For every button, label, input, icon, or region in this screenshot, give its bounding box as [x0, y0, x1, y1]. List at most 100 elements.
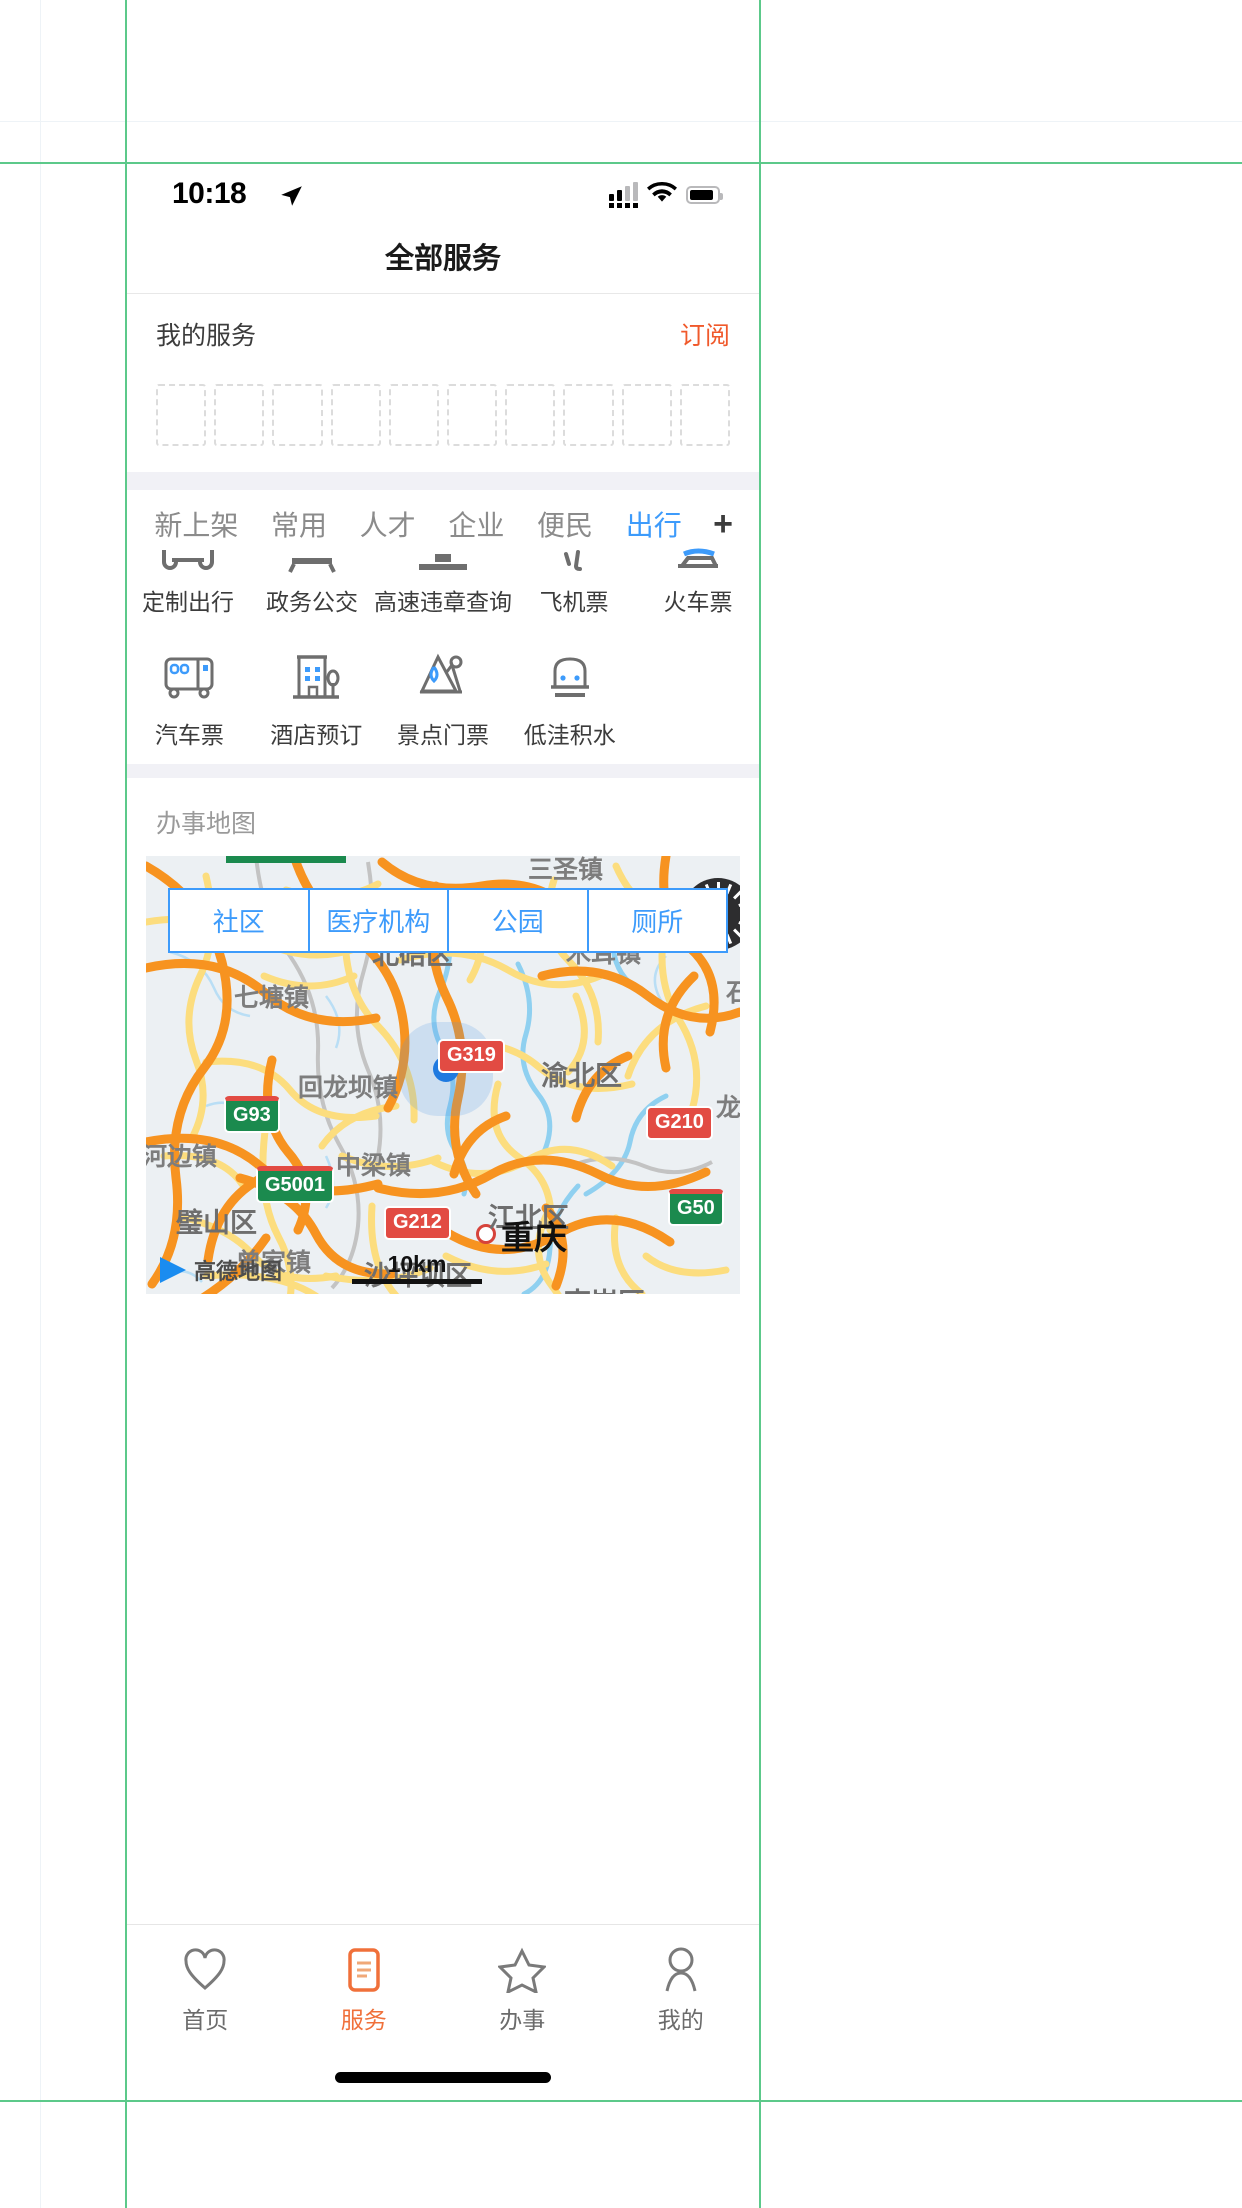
road-shield: G319	[438, 1039, 505, 1073]
service-label: 高速违章查询	[374, 589, 512, 615]
map-canvas[interactable]: 社区医疗机构公园厕所 三圣镇北碚区木耳镇七塘镇石渝北区回龙坝镇龙兴河边镇中梁镇江…	[146, 856, 740, 1294]
map-place-label: 河边镇	[146, 1143, 218, 1171]
tab-label: 服务	[340, 2007, 387, 2033]
map-place-label: 璧山区	[176, 1208, 257, 1238]
screen-root: 10:18 全部服务 我的服务 订阅 新上架 常用 人才 企业 便民 出行 + …	[0, 0, 1242, 2208]
heart-icon	[126, 1943, 285, 1997]
service-item[interactable]: 火车票	[636, 548, 760, 617]
tab-services[interactable]: 服务	[285, 1943, 444, 2035]
status-bar: 10:18	[126, 163, 760, 225]
service-label: 飞机票	[539, 589, 609, 615]
service-item[interactable]: 定制出行	[126, 548, 250, 617]
map-section-title: 办事地图	[156, 810, 257, 838]
bus-ticket-icon	[126, 645, 253, 707]
service-label: 酒店预订	[270, 722, 363, 748]
map-place-label: 三圣镇	[528, 856, 604, 884]
road-shield: G93	[224, 1096, 280, 1133]
service-label: 政务公交	[266, 589, 358, 615]
map-filter-0[interactable]: 社区	[168, 888, 309, 953]
map-filter-group[interactable]: 社区 医疗机构 公园 厕所	[168, 888, 728, 953]
highway-violation-icon	[374, 548, 512, 574]
category-tab-0[interactable]: 新上架	[138, 504, 255, 544]
home-indicator[interactable]	[335, 2072, 551, 2083]
category-tab-1[interactable]: 常用	[255, 504, 344, 544]
my-services-placeholder-row	[156, 384, 731, 446]
service-placeholder[interactable]	[330, 384, 381, 446]
map-scale: 10km	[352, 1251, 482, 1284]
service-item[interactable]: 政务公交	[250, 548, 374, 617]
map-place-label: 石	[726, 979, 740, 1007]
service-placeholder[interactable]	[621, 384, 672, 446]
guide-line	[0, 2100, 1242, 2102]
service-grid-row-2: 汽车票 酒店预订 景点门票 低洼积水	[126, 645, 760, 750]
category-tab-bar[interactable]: 新上架 常用 人才 企业 便民 出行 +	[126, 490, 760, 550]
nav-bar: 全部服务	[126, 225, 760, 294]
service-label: 定制出行	[142, 589, 234, 615]
section-divider	[126, 472, 760, 490]
map-filter-2[interactable]: 公园	[448, 888, 588, 953]
map-scale-bar	[352, 1279, 482, 1284]
category-tab-3[interactable]: 企业	[432, 504, 521, 544]
my-services-section: 我的服务 订阅	[126, 294, 760, 472]
service-item[interactable]: 酒店预订	[253, 645, 380, 750]
service-item[interactable]: 飞机票	[512, 548, 636, 617]
service-item[interactable]: 低洼积水	[506, 645, 633, 750]
battery-icon	[686, 185, 723, 204]
guide-line	[0, 121, 1242, 122]
road-shield: G210	[646, 1106, 713, 1140]
category-tab-5[interactable]: 出行	[609, 504, 698, 544]
service-placeholder[interactable]	[272, 384, 323, 446]
road-shield: G5001	[256, 1166, 335, 1203]
my-services-header: 我的服务 订阅	[156, 316, 730, 352]
service-placeholder[interactable]	[505, 384, 556, 446]
map-place-label: 龙兴	[716, 1094, 740, 1122]
service-label: 汽车票	[154, 722, 224, 748]
service-placeholder[interactable]	[156, 384, 207, 446]
map-attribution-text: 高德地图	[194, 1259, 283, 1284]
map-filter-3[interactable]: 厕所	[587, 888, 728, 953]
service-placeholder[interactable]	[214, 384, 265, 446]
service-label: 低洼积水	[523, 722, 616, 748]
tab-affairs[interactable]: 办事	[443, 1943, 602, 2035]
map-filter-1[interactable]: 医疗机构	[308, 888, 448, 953]
map-place-label: 重庆	[501, 1219, 567, 1256]
airplane-ticket-icon	[512, 548, 636, 574]
subscribe-button[interactable]: 订阅	[680, 316, 730, 352]
tab-home[interactable]: 首页	[126, 1943, 285, 2035]
add-category-button[interactable]: +	[698, 505, 748, 544]
document-icon	[285, 1943, 444, 1997]
hotel-booking-icon	[253, 645, 380, 707]
category-tab-2[interactable]: 人才	[343, 504, 432, 544]
person-icon	[602, 1943, 761, 1997]
phone-viewport: 10:18 全部服务 我的服务 订阅 新上架 常用 人才 企业 便民 出行 + …	[126, 163, 760, 2101]
map-place-label: 南岸区	[564, 1281, 645, 1294]
status-bar-indicators	[609, 181, 723, 208]
train-ticket-icon	[636, 548, 760, 574]
map-place-label: 渝北区	[541, 1061, 622, 1091]
guide-line	[759, 0, 761, 2208]
map-section: 办事地图 社区 医疗机构 公园 厕所 三圣镇 北碚区 木耳镇 七塘镇 石 渝北区…	[126, 778, 760, 1294]
tab-label: 首页	[182, 2007, 229, 2033]
service-placeholder[interactable]	[563, 384, 614, 446]
star-icon	[443, 1943, 602, 1997]
guide-line	[0, 162, 1242, 164]
service-item-empty	[633, 645, 760, 750]
section-divider	[126, 764, 760, 778]
service-placeholder[interactable]	[679, 384, 731, 446]
scenic-ticket-icon	[380, 645, 507, 707]
service-item[interactable]: 高速违章查询	[374, 548, 512, 617]
tab-profile[interactable]: 我的	[602, 1943, 761, 2035]
tab-label: 我的	[657, 2007, 704, 2033]
road-shield: G212	[384, 1206, 451, 1240]
navigation-arrow-icon	[278, 183, 304, 214]
road-shield: G50	[668, 1189, 724, 1226]
service-item[interactable]: 景点门票	[380, 645, 507, 750]
service-placeholder[interactable]	[388, 384, 440, 446]
cellular-signal-icon	[609, 181, 638, 208]
map-place-label: 中梁镇	[336, 1152, 412, 1180]
waterlogging-icon	[506, 645, 633, 707]
service-item[interactable]: 汽车票	[126, 645, 253, 750]
category-tab-4[interactable]: 便民	[521, 504, 610, 544]
service-placeholder[interactable]	[447, 384, 498, 446]
page-title: 全部服务	[384, 243, 501, 275]
